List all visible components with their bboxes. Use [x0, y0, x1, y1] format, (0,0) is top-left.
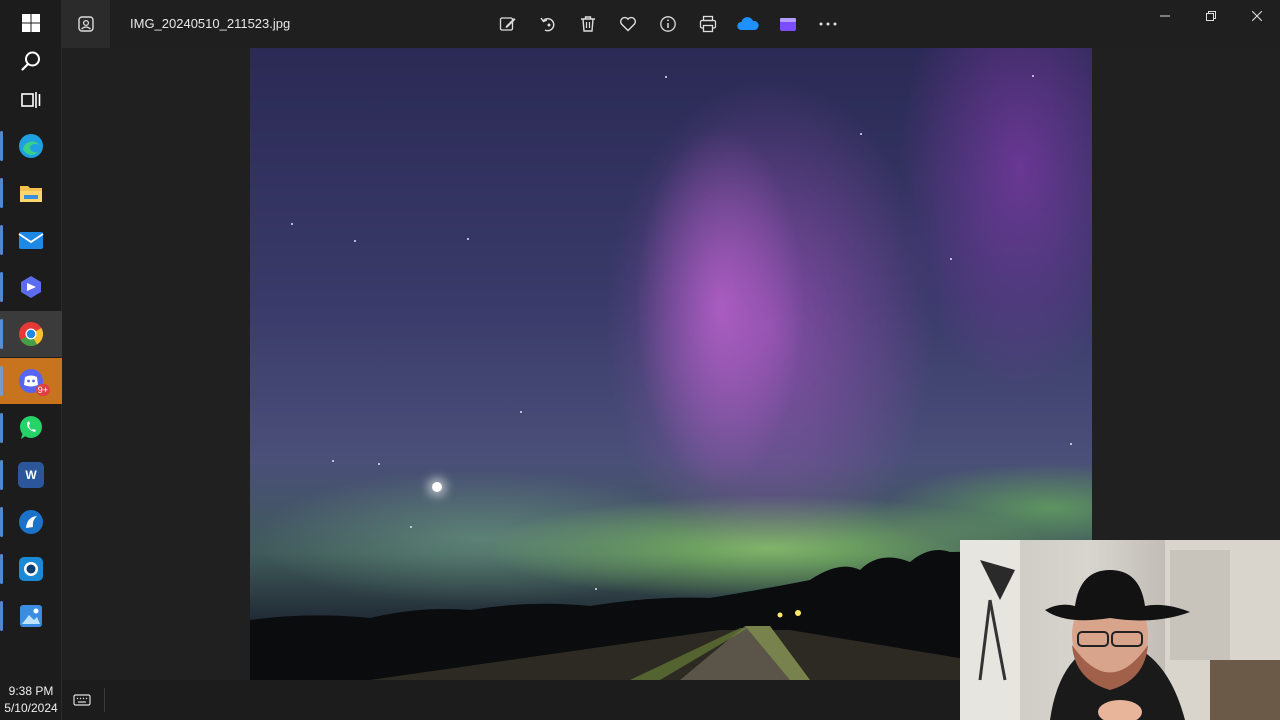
delete-button[interactable] — [572, 8, 604, 40]
taskbar-app-camera[interactable] — [0, 546, 62, 592]
webcam-feed — [960, 540, 1280, 720]
star — [520, 411, 522, 413]
photos-app-icon — [78, 16, 94, 32]
edit-image-icon — [499, 17, 516, 31]
star — [467, 238, 469, 240]
folder-icon — [20, 186, 42, 202]
clock-time: 9:38 PM — [8, 684, 54, 698]
taskbar-app-copilot[interactable] — [0, 264, 62, 310]
photos-title-bar: IMG_20240510_211523.jpg — [62, 0, 1280, 48]
star — [354, 240, 356, 242]
whatsapp-icon — [20, 416, 42, 439]
cloud-icon — [737, 17, 759, 30]
star — [1070, 443, 1072, 445]
edge-icon — [19, 134, 43, 158]
rotate-button[interactable] — [532, 8, 564, 40]
video-editor-icon — [780, 18, 796, 31]
info-icon — [660, 16, 676, 32]
close-button[interactable] — [1234, 0, 1280, 32]
star — [665, 76, 667, 78]
restore-button[interactable] — [1188, 0, 1234, 32]
camera-app-icon — [19, 557, 43, 581]
word-icon: W — [18, 462, 44, 488]
star — [332, 460, 334, 462]
clock-date: 5/10/2024 — [4, 701, 58, 715]
star — [1032, 75, 1034, 77]
minimize-button[interactable] — [1142, 0, 1188, 32]
moon — [432, 482, 442, 492]
window-controls — [1142, 0, 1280, 32]
keyboard-icon — [73, 694, 91, 706]
edit-image-button[interactable] — [492, 8, 524, 40]
info-button[interactable] — [652, 8, 684, 40]
star — [291, 223, 293, 225]
photo-bottom-bar — [62, 680, 960, 720]
bottom-bar-divider — [104, 688, 105, 712]
notification-badge: 9+ — [35, 384, 50, 396]
print-icon — [699, 15, 717, 33]
taskbar-app-photos[interactable] — [0, 593, 62, 639]
mail-icon — [18, 232, 44, 249]
photos-app-button[interactable] — [62, 0, 110, 48]
browser-icon — [19, 510, 43, 534]
restore-icon — [1206, 11, 1216, 21]
minimize-icon — [1160, 15, 1170, 17]
taskbar-app-discord[interactable]: 9+ — [0, 358, 62, 404]
touch-keyboard-button[interactable] — [70, 688, 94, 712]
task-view-icon — [21, 92, 41, 108]
word-icon-letter: W — [25, 468, 37, 482]
taskbar: 9+ W 9:38 PM 5/10/2024 — [0, 0, 62, 720]
taskbar-app-whatsapp[interactable] — [0, 405, 62, 451]
chrome-icon — [19, 322, 44, 347]
star — [378, 463, 380, 465]
more-button[interactable] — [812, 8, 844, 40]
search-icon — [21, 51, 40, 71]
onedrive-button[interactable] — [732, 8, 764, 40]
windows-start-icon — [22, 14, 40, 32]
webcam-overlay — [960, 540, 1280, 720]
rotate-icon — [540, 17, 555, 32]
trash-icon — [581, 16, 595, 32]
taskbar-app-mail[interactable] — [0, 217, 62, 263]
more-icon — [819, 22, 837, 26]
taskbar-app-edge[interactable] — [0, 123, 62, 169]
taskbar-clock[interactable]: 9:38 PM 5/10/2024 — [0, 680, 62, 720]
star — [410, 526, 412, 528]
photo-toolbar — [492, 8, 844, 40]
star — [950, 258, 952, 260]
task-view-button[interactable] — [0, 77, 62, 123]
copilot-icon — [21, 276, 41, 298]
print-button[interactable] — [692, 8, 724, 40]
file-name: IMG_20240510_211523.jpg — [130, 16, 291, 31]
heart-icon — [620, 16, 636, 32]
close-icon — [1252, 11, 1262, 21]
favorite-button[interactable] — [612, 8, 644, 40]
taskbar-app-word[interactable]: W — [0, 452, 62, 498]
taskbar-app-explorer[interactable] — [0, 170, 62, 216]
taskbar-app-browser[interactable] — [0, 499, 62, 545]
photos-icon — [20, 605, 42, 627]
taskbar-app-chrome[interactable] — [0, 311, 62, 357]
star — [860, 133, 862, 135]
clipchamp-button[interactable] — [772, 8, 804, 40]
